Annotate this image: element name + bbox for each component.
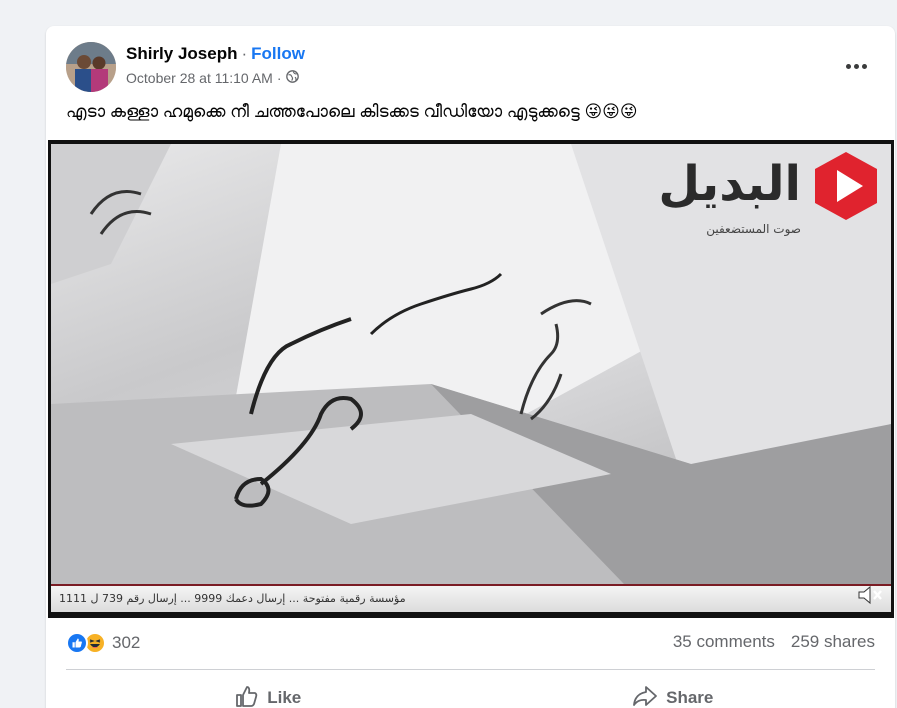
post-timestamp[interactable]: October 28 at 11:10 AM xyxy=(126,70,273,86)
globe-icon xyxy=(285,70,299,86)
more-options-icon[interactable] xyxy=(841,54,871,78)
name-separator: · xyxy=(241,44,248,63)
logo-text: البديل xyxy=(658,156,801,212)
channel-play-logo-icon xyxy=(815,152,877,220)
author-name[interactable]: Shirly Joseph xyxy=(126,44,237,63)
engagement-counts: 35 comments 259 shares xyxy=(673,632,875,652)
logo-subtitle: صوت المستضعفين xyxy=(706,222,801,236)
channel-logo: البديل صوت المستضعفين xyxy=(651,150,881,250)
reactions-summary[interactable]: 302 xyxy=(66,632,140,654)
muted-speaker-icon[interactable] xyxy=(857,584,883,606)
video-player[interactable]: البديل صوت المستضعفين مؤسسة رقمية مفتوحة… xyxy=(48,140,894,618)
comments-count[interactable]: 35 comments xyxy=(673,632,775,652)
post-stats: 302 35 comments 259 shares xyxy=(66,626,875,662)
post-header: Shirly Joseph · Follow October 28 at 11:10… xyxy=(66,42,895,92)
post-caption: എടാ കള്ളാ ഹമുക്കെ നീ ചത്തപോലെ കിടക്കട വീ… xyxy=(66,102,638,121)
share-button[interactable]: Share xyxy=(471,678,876,708)
post-actions: Like Share xyxy=(66,678,875,708)
author-avatar[interactable] xyxy=(66,42,116,92)
follow-button[interactable]: Follow xyxy=(251,44,305,63)
reaction-count: 302 xyxy=(112,633,141,652)
actions-divider xyxy=(66,669,875,670)
share-label: Share xyxy=(666,688,714,707)
post-card: Shirly Joseph · Follow October 28 at 11:10… xyxy=(46,26,895,708)
author-line: Shirly Joseph · Follow xyxy=(126,44,305,64)
ticker-text: مؤسسة رقمية مفتوحة ... إرسال دعمك 9999 .… xyxy=(59,592,406,605)
like-button[interactable]: Like xyxy=(66,678,471,708)
shares-count[interactable]: 259 shares xyxy=(791,632,875,652)
news-ticker: مؤسسة رقمية مفتوحة ... إرسال دعمك 9999 .… xyxy=(51,584,891,612)
thumbs-up-icon xyxy=(235,685,259,708)
post-meta: October 28 at 11:10 AM · xyxy=(126,70,299,86)
like-label: Like xyxy=(267,688,302,707)
like-icon xyxy=(66,632,88,654)
meta-separator: · xyxy=(276,70,282,86)
share-arrow-icon xyxy=(632,685,658,708)
video-frame: البديل صوت المستضعفين مؤسسة رقمية مفتوحة… xyxy=(51,144,891,612)
